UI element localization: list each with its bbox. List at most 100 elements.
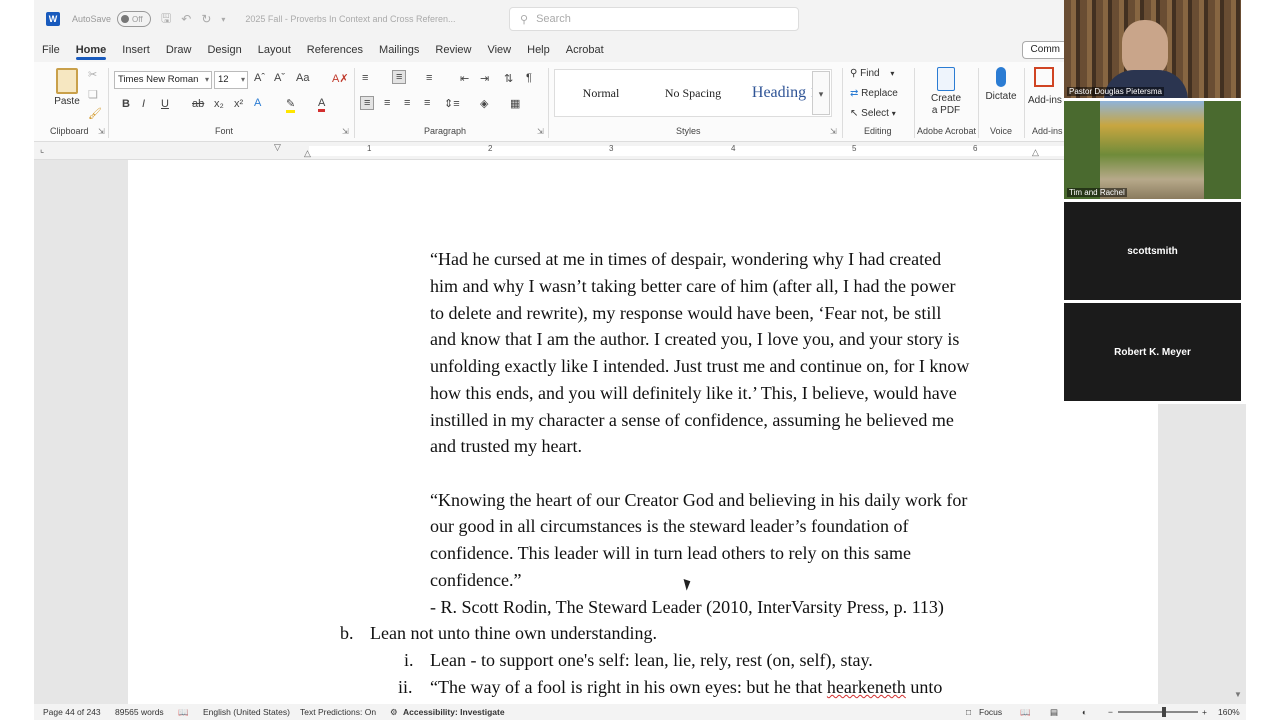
- comments-button[interactable]: Comm: [1021, 41, 1064, 59]
- paragraph-launcher-icon[interactable]: ⇲: [537, 127, 544, 136]
- clipboard-launcher-icon[interactable]: ⇲: [98, 127, 105, 136]
- proofing-icon[interactable]: 📖: [178, 707, 189, 718]
- superscript-icon[interactable]: x²: [234, 98, 243, 110]
- align-center-icon[interactable]: ≡: [384, 97, 390, 109]
- tab-view[interactable]: View: [479, 38, 519, 62]
- style-no-spacing[interactable]: No Spacing: [647, 86, 739, 101]
- focus-button[interactable]: Focus: [979, 707, 1002, 717]
- zoom-in-icon[interactable]: +: [1202, 707, 1207, 717]
- replace-button[interactable]: ⇄ Replace: [850, 88, 898, 99]
- format-painter-icon[interactable]: 🖌: [88, 107, 102, 120]
- find-button[interactable]: ⚲ Find ▾: [850, 68, 894, 79]
- borders-icon[interactable]: ▦: [510, 97, 520, 110]
- redo-icon[interactable]: ↻: [201, 12, 211, 26]
- tab-layout[interactable]: Layout: [250, 38, 299, 62]
- tab-references[interactable]: References: [299, 38, 371, 62]
- hanging-indent-marker-icon[interactable]: △: [304, 148, 311, 159]
- align-right-icon[interactable]: ≡: [404, 97, 410, 109]
- zoom-out-icon[interactable]: −: [1108, 707, 1113, 717]
- search-input[interactable]: ⚲ Search: [509, 7, 799, 31]
- video-tile-scottsmith[interactable]: scottsmith: [1064, 202, 1241, 300]
- copy-icon[interactable]: ❏: [88, 88, 98, 101]
- tab-mailings[interactable]: Mailings: [371, 38, 427, 62]
- multilevel-list-icon[interactable]: ≡: [426, 72, 432, 84]
- web-layout-icon[interactable]: ◐: [1082, 707, 1087, 717]
- sort-icon[interactable]: ⇅: [504, 72, 513, 85]
- numbering-icon[interactable]: ≡: [392, 70, 407, 84]
- bold-icon[interactable]: B: [122, 98, 130, 110]
- styles-launcher-icon[interactable]: ⇲: [830, 127, 837, 136]
- right-margin: [1242, 0, 1280, 720]
- ruler-number: 5: [852, 144, 857, 153]
- styles-more-button[interactable]: ▾: [812, 71, 830, 115]
- zoom-slider-thumb[interactable]: [1162, 707, 1166, 717]
- scroll-down-icon[interactable]: ▼: [1234, 690, 1242, 699]
- cut-icon[interactable]: ✂: [88, 68, 97, 81]
- video-tile-robert-meyer[interactable]: Robert K. Meyer: [1064, 303, 1241, 401]
- change-case-button[interactable]: Aa: [296, 72, 309, 84]
- print-layout-icon[interactable]: ▤: [1050, 707, 1058, 718]
- font-name-combo[interactable]: Times New Roman ▾: [114, 71, 212, 89]
- page-count[interactable]: Page 44 of 243: [43, 707, 101, 717]
- quote-line: how this ends, and you will definitely l…: [430, 383, 957, 403]
- zoom-level[interactable]: 160%: [1218, 707, 1240, 717]
- italic-icon[interactable]: I: [142, 98, 145, 110]
- accessibility-status[interactable]: Accessibility: Investigate: [403, 707, 505, 717]
- document-page[interactable]: “Had he cursed at me in times of despair…: [128, 160, 1158, 704]
- subscript-icon[interactable]: x₂: [214, 98, 224, 110]
- justify-icon[interactable]: ≡: [424, 97, 430, 109]
- zoom-slider[interactable]: [1118, 711, 1198, 713]
- language[interactable]: English (United States): [203, 707, 290, 717]
- dictate-button[interactable]: Dictate: [984, 67, 1018, 103]
- text-effects-icon[interactable]: A: [254, 97, 261, 109]
- font-size-combo[interactable]: 12 ▾: [214, 71, 248, 89]
- participant-name: Pastor Douglas Pietersma: [1067, 87, 1164, 96]
- tab-help[interactable]: Help: [519, 38, 558, 62]
- bullets-icon[interactable]: ≡: [362, 72, 368, 84]
- save-icon[interactable]: 🖫: [161, 9, 171, 30]
- autosave-toggle[interactable]: Off: [117, 11, 152, 27]
- increase-indent-icon[interactable]: ⇥: [480, 72, 489, 85]
- line-spacing-icon[interactable]: ⇕≡: [444, 97, 460, 110]
- font-size-value: 12: [218, 74, 229, 85]
- tab-design[interactable]: Design: [199, 38, 249, 62]
- decrease-indent-icon[interactable]: ⇤: [460, 72, 469, 85]
- tab-insert[interactable]: Insert: [114, 38, 158, 62]
- show-formatting-icon[interactable]: ¶: [526, 72, 532, 84]
- ruler-text-area: [309, 146, 1069, 156]
- font-launcher-icon[interactable]: ⇲: [342, 127, 349, 136]
- clear-formatting-icon[interactable]: A✗: [332, 72, 349, 85]
- text-predictions[interactable]: Text Predictions: On: [300, 707, 376, 717]
- select-button[interactable]: ↖ Select ▾: [850, 108, 896, 119]
- grow-font-icon[interactable]: Aˆ: [254, 72, 265, 84]
- tab-draw[interactable]: Draw: [158, 38, 200, 62]
- right-indent-marker-icon[interactable]: △: [1032, 147, 1039, 158]
- tab-file[interactable]: File: [34, 38, 68, 62]
- shrink-font-icon[interactable]: Aˇ: [274, 72, 285, 84]
- tab-review[interactable]: Review: [427, 38, 479, 62]
- create-pdf-button[interactable]: Create a PDF: [926, 67, 966, 117]
- video-tile-pastor[interactable]: Pastor Douglas Pietersma: [1064, 0, 1241, 98]
- align-left-icon[interactable]: ≡: [360, 96, 375, 110]
- person-head: [1122, 20, 1168, 76]
- highlight-icon[interactable]: ✎: [286, 97, 296, 113]
- tab-acrobat[interactable]: Acrobat: [558, 38, 612, 62]
- misspelled-word[interactable]: hearkeneth: [827, 677, 906, 697]
- video-tile-tim-rachel[interactable]: Tim and Rachel: [1064, 101, 1241, 199]
- style-normal[interactable]: Normal: [555, 86, 647, 101]
- tab-selector-icon[interactable]: ⌞: [40, 144, 44, 155]
- paste-button[interactable]: Paste: [52, 68, 82, 108]
- font-color-icon[interactable]: A: [318, 97, 326, 112]
- vertical-scrollbar[interactable]: [1232, 404, 1246, 704]
- document-title[interactable]: 2025 Fall - Proverbs In Context and Cros…: [245, 14, 455, 24]
- add-ins-button[interactable]: Add-ins: [1028, 67, 1064, 107]
- word-count[interactable]: 89565 words: [115, 707, 164, 717]
- underline-icon[interactable]: U: [161, 98, 169, 110]
- undo-icon[interactable]: ↶: [181, 12, 191, 26]
- customize-qat-icon[interactable]: ▾: [221, 15, 225, 24]
- read-mode-icon[interactable]: 📖: [1020, 707, 1031, 718]
- shading-icon[interactable]: ◈: [480, 97, 488, 110]
- tab-home[interactable]: Home: [68, 38, 115, 62]
- first-line-indent-marker-icon[interactable]: ▽: [274, 142, 281, 153]
- strikethrough-icon[interactable]: ab: [192, 98, 204, 110]
